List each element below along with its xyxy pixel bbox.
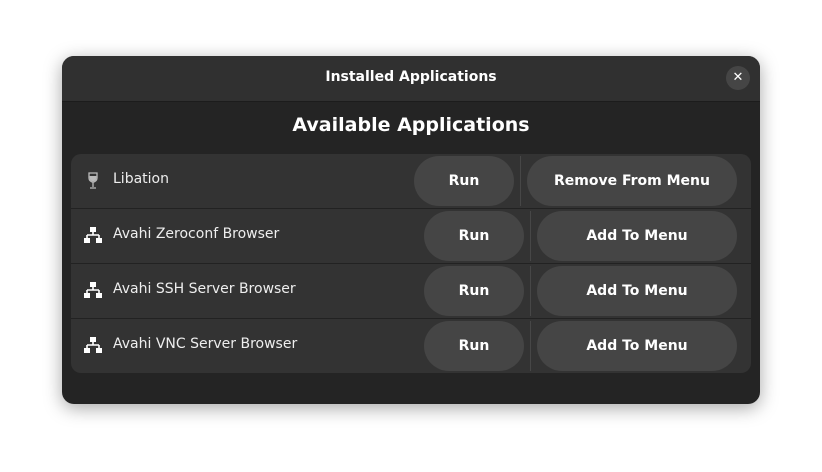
remove-from-menu-button[interactable]: Remove From Menu [527,156,737,206]
run-button[interactable]: Run [424,211,524,261]
close-icon: ✕ [732,70,744,85]
divider [520,156,521,206]
add-to-menu-button[interactable]: Add To Menu [537,211,737,261]
divider [530,321,531,371]
network-icon [83,337,103,355]
app-name: Avahi SSH Server Browser [113,281,296,297]
window-title: Installed Applications [325,69,497,85]
list-item: Avahi VNC Server Browser Run Add To Menu [71,318,751,373]
run-button[interactable]: Run [424,321,524,371]
add-to-menu-button[interactable]: Add To Menu [537,266,737,316]
section-heading: Available Applications [292,114,530,136]
list-item: Libation Run Remove From Menu [71,154,751,208]
run-button[interactable]: Run [424,266,524,316]
divider [530,211,531,261]
network-icon [83,227,103,245]
wine-glass-icon [83,172,103,190]
list-item: Avahi SSH Server Browser Run Add To Menu [71,263,751,318]
app-name: Avahi Zeroconf Browser [113,226,280,242]
close-button[interactable]: ✕ [726,66,750,90]
add-to-menu-button[interactable]: Add To Menu [537,321,737,371]
divider [530,266,531,316]
header-bar: Installed Applications ✕ [62,56,760,102]
list-item: Avahi Zeroconf Browser Run Add To Menu [71,208,751,263]
app-name: Libation [113,171,169,187]
network-icon [83,282,103,300]
app-name: Avahi VNC Server Browser [113,336,298,352]
run-button[interactable]: Run [414,156,514,206]
application-list: Libation Run Remove From Menu Avahi Zero… [71,154,751,373]
installed-applications-dialog: Installed Applications ✕ Available Appli… [62,56,760,404]
